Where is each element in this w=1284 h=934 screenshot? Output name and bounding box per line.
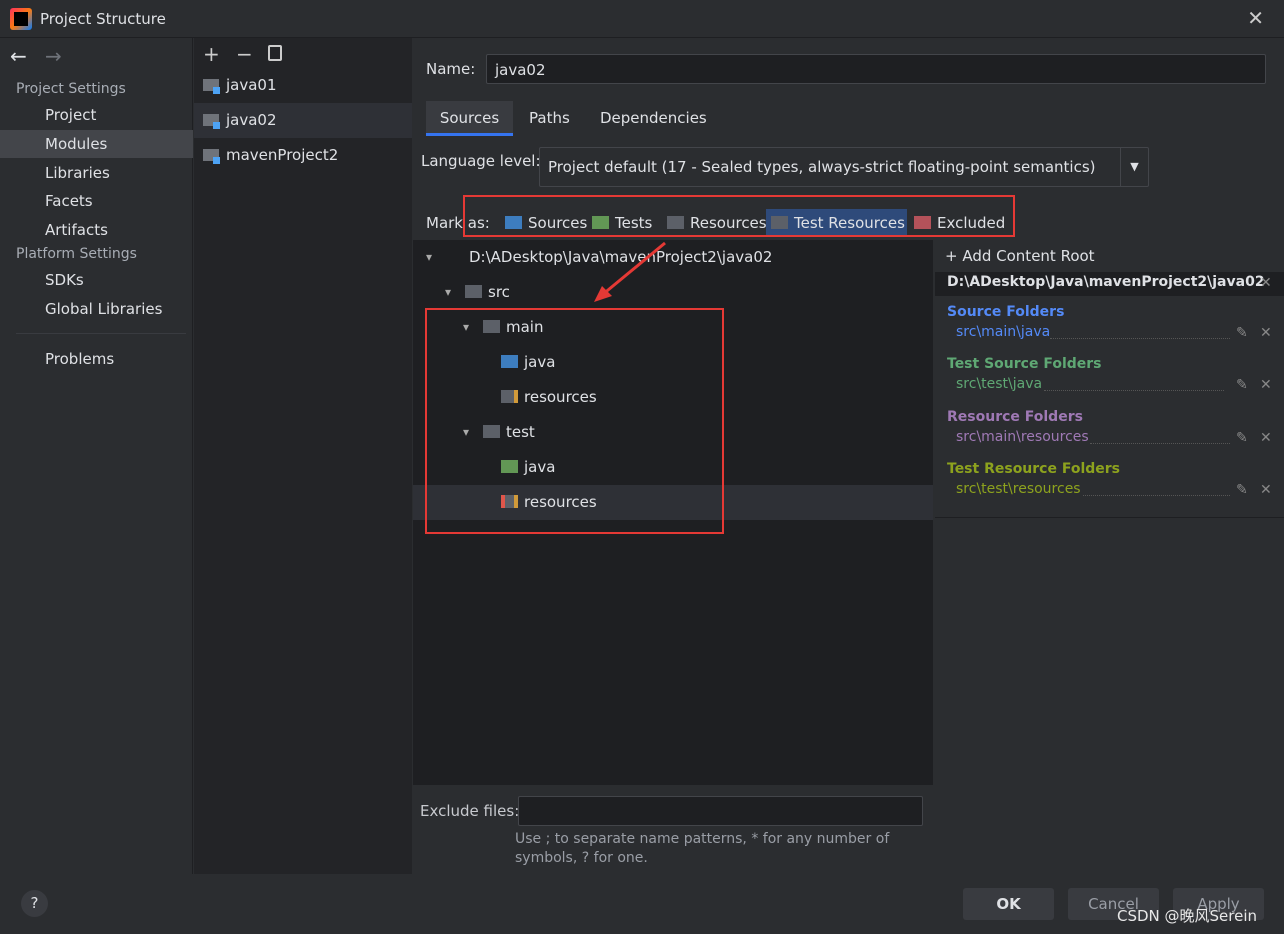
close-icon[interactable]: ✕ xyxy=(1247,6,1264,30)
test-source-folder-path: src\test\java xyxy=(956,376,1043,392)
resource-folders-title: Resource Folders xyxy=(947,409,1083,425)
chevron-down-icon[interactable]: ▼ xyxy=(1120,148,1148,186)
remove-icon[interactable]: − xyxy=(236,42,253,66)
module-list: java01 java02 mavenProject2 xyxy=(194,38,412,874)
tab-paths[interactable]: Paths xyxy=(529,109,570,127)
edit-icon[interactable]: ✎ xyxy=(1236,482,1248,498)
title-bar xyxy=(0,0,1284,38)
tab-dependencies[interactable]: Dependencies xyxy=(600,109,707,127)
edit-icon[interactable]: ✎ xyxy=(1236,377,1248,393)
folder-icon xyxy=(465,285,482,298)
edit-icon[interactable]: ✎ xyxy=(1236,325,1248,341)
exclude-files-label: Exclude files: xyxy=(420,802,520,820)
sidebar-item-libraries[interactable]: Libraries xyxy=(0,159,193,187)
annotation-box-mark-as xyxy=(463,195,1015,237)
leader-dots xyxy=(1050,325,1230,339)
test-resource-folders-title: Test Resource Folders xyxy=(947,461,1121,477)
remove-icon[interactable]: ✕ xyxy=(1260,377,1272,393)
module-item-java02[interactable]: java02 xyxy=(194,103,412,138)
back-icon[interactable]: ← xyxy=(10,44,27,68)
section-platform-settings: Platform Settings xyxy=(16,246,137,262)
language-level-label: Language level: xyxy=(421,152,541,170)
source-folder-path: src\main\java xyxy=(956,324,1051,340)
leader-dots xyxy=(1090,430,1230,444)
sidebar-item-global-libraries[interactable]: Global Libraries xyxy=(0,295,193,323)
sidebar-item-modules[interactable]: Modules xyxy=(0,130,193,158)
add-content-root-label: Add Content Root xyxy=(962,247,1095,265)
exclude-hint-line1: Use ; to separate name patterns, * for a… xyxy=(515,831,890,847)
forward-icon[interactable]: → xyxy=(45,44,62,68)
test-resource-folder-path: src\test\resources xyxy=(956,481,1081,497)
exclude-hint-line2: symbols, ? for one. xyxy=(515,850,648,866)
plus-icon: + xyxy=(945,247,963,265)
module-folder-icon xyxy=(203,149,220,164)
leader-dots xyxy=(1044,377,1224,391)
edit-icon[interactable]: ✎ xyxy=(1236,430,1248,446)
module-folder-icon xyxy=(203,114,220,129)
source-folders-title: Source Folders xyxy=(947,304,1065,320)
remove-root-icon[interactable]: ✕ xyxy=(1260,275,1272,291)
sidebar-item-artifacts[interactable]: Artifacts xyxy=(0,216,193,244)
annotation-box-tree xyxy=(425,308,724,534)
add-icon[interactable]: + xyxy=(203,42,220,66)
sidebar-item-facets[interactable]: Facets xyxy=(0,187,193,215)
module-label: mavenProject2 xyxy=(226,146,339,164)
test-source-folders-title: Test Source Folders xyxy=(947,356,1102,372)
leader-dots xyxy=(1083,482,1230,496)
node-label: src xyxy=(488,283,510,301)
watermark: CSDN @晚风Serein xyxy=(1117,907,1258,925)
tab-sources[interactable]: Sources xyxy=(426,101,513,136)
tree-node-src[interactable]: ▾ src xyxy=(445,282,510,302)
module-folder-icon xyxy=(203,79,220,94)
module-item-java01[interactable]: java01 xyxy=(194,68,412,103)
help-button[interactable]: ? xyxy=(21,890,48,917)
sidebar-item-sdks[interactable]: SDKs xyxy=(0,266,193,294)
window-title: Project Structure xyxy=(40,10,166,28)
name-label: Name: xyxy=(426,60,476,78)
sidebar-item-project[interactable]: Project xyxy=(0,101,193,129)
remove-icon[interactable]: ✕ xyxy=(1260,325,1272,341)
sidebar-item-problems[interactable]: Problems xyxy=(0,345,193,373)
content-root-path: D:\ADesktop\Java\mavenProject2\java02 xyxy=(947,274,1265,290)
language-level-select[interactable]: Project default (17 - Sealed types, alwa… xyxy=(539,147,1149,187)
section-project-settings: Project Settings xyxy=(16,81,126,97)
module-label: java02 xyxy=(226,111,277,129)
add-content-root-button[interactable]: + Add Content Root xyxy=(945,247,1095,265)
module-item-mavenproject2[interactable]: mavenProject2 xyxy=(194,138,412,173)
annotation-arrow xyxy=(594,241,666,302)
remove-icon[interactable]: ✕ xyxy=(1260,482,1272,498)
language-level-value: Project default (17 - Sealed types, alwa… xyxy=(548,158,1096,176)
name-input[interactable]: java02 xyxy=(486,54,1266,84)
remove-icon[interactable]: ✕ xyxy=(1260,430,1272,446)
exclude-files-input[interactable] xyxy=(518,796,923,826)
folder-icon xyxy=(446,250,463,263)
module-label: java01 xyxy=(226,76,277,94)
divider xyxy=(16,333,186,334)
divider xyxy=(935,517,1284,518)
intellij-logo-icon xyxy=(10,8,32,30)
ok-button[interactable]: OK xyxy=(963,888,1054,920)
resource-folder-path: src\main\resources xyxy=(956,429,1089,445)
copy-icon[interactable] xyxy=(268,45,282,61)
